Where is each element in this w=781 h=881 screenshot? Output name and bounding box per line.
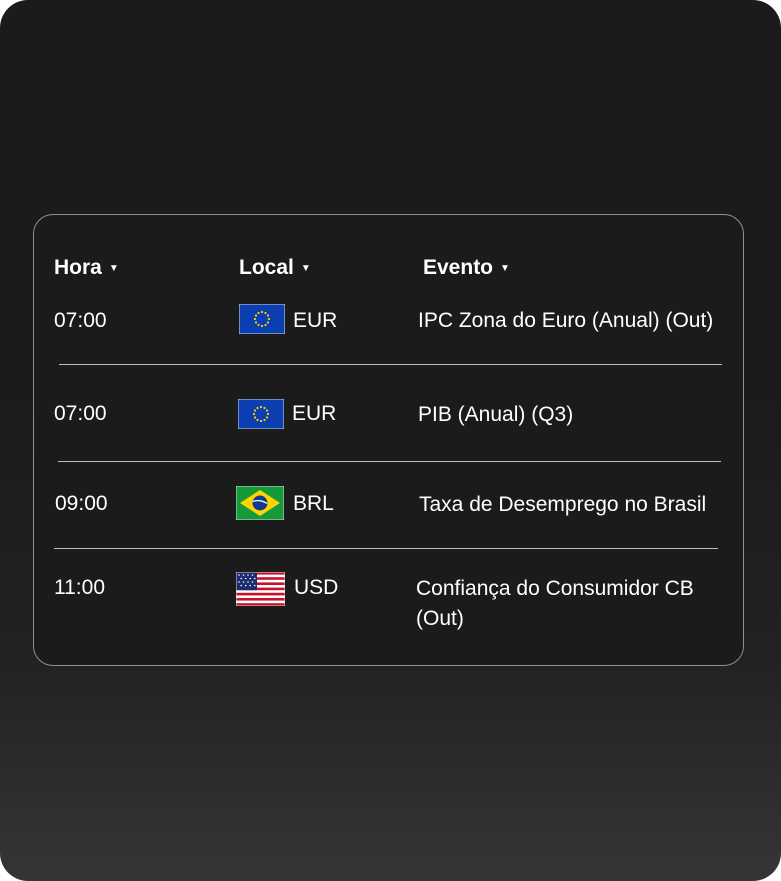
row-event: IPC Zona do Euro (Anual) (Out) xyxy=(418,309,714,332)
column-header-time-label: Hora xyxy=(54,256,102,279)
row-divider xyxy=(58,461,721,462)
column-header-local-label: Local xyxy=(239,256,294,279)
row-currency: EUR xyxy=(293,309,338,332)
economic-calendar-card: Hora ▼ Local ▼ Evento ▼ 07:00 EUR IPC Zona … xyxy=(33,214,744,666)
row-divider xyxy=(54,548,718,549)
eu-flag-icon xyxy=(239,304,285,334)
column-header-time[interactable]: Hora ▼ xyxy=(54,255,119,282)
row-time: 07:00 xyxy=(54,309,107,332)
row-time: 09:00 xyxy=(55,492,108,515)
brazil-flag-icon xyxy=(236,486,284,520)
row-event: Taxa de Desemprego no Brasil xyxy=(419,493,707,516)
eu-flag-icon xyxy=(238,399,284,429)
us-flag-icon xyxy=(236,572,285,606)
column-header-event[interactable]: Evento ▼ xyxy=(423,255,510,282)
row-currency: USD xyxy=(294,576,339,599)
column-header-local[interactable]: Local ▼ xyxy=(239,255,311,282)
column-header-event-label: Evento xyxy=(423,256,494,279)
sort-caret-icon: ▼ xyxy=(108,263,119,274)
row-currency: EUR xyxy=(292,402,337,425)
sort-caret-icon: ▼ xyxy=(300,263,311,274)
row-time: 07:00 xyxy=(54,402,107,425)
row-event: PIB (Anual) (Q3) xyxy=(418,403,574,426)
row-time: 11:00 xyxy=(54,576,105,599)
sort-caret-icon: ▼ xyxy=(500,263,510,274)
row-event: Confiança do Consumidor CB (Out) xyxy=(416,577,694,630)
row-currency: BRL xyxy=(293,492,334,515)
app-frame: Hora ▼ Local ▼ Evento ▼ 07:00 EUR IPC Zona … xyxy=(0,0,781,881)
row-divider xyxy=(59,364,722,365)
